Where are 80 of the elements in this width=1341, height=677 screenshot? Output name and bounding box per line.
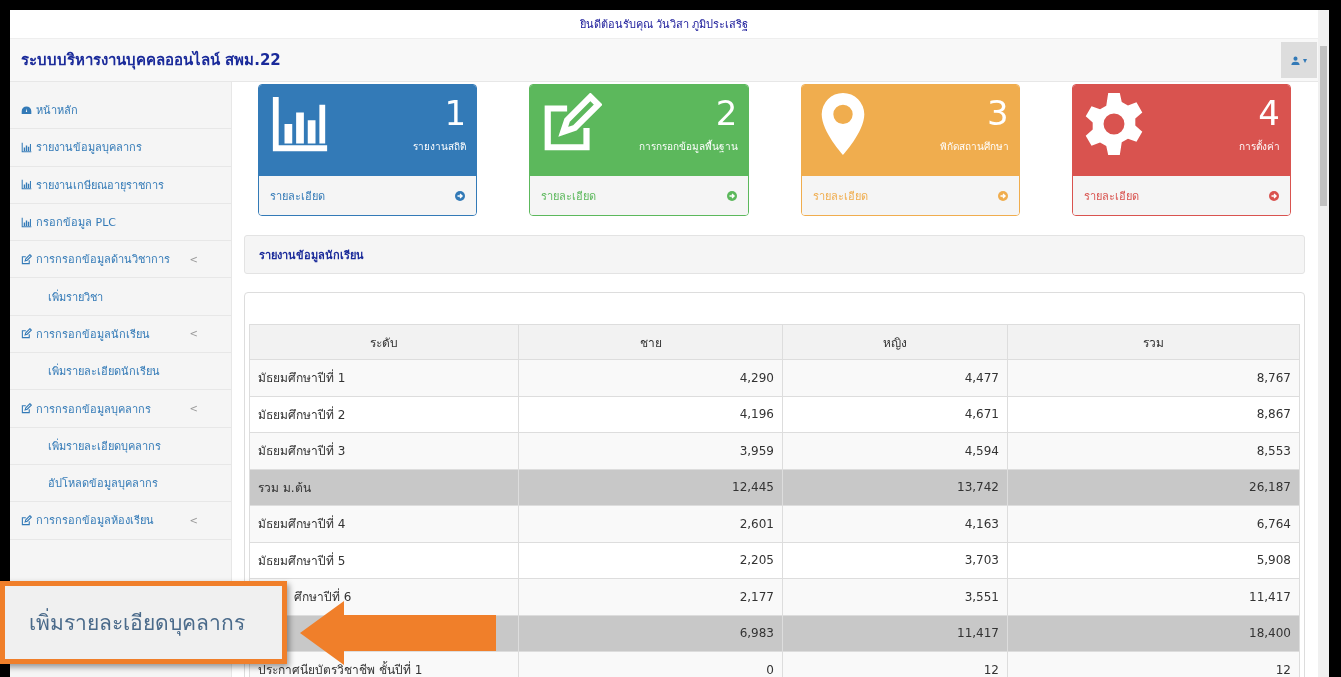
- table-cell: 2,177: [518, 578, 783, 615]
- sidebar-subitem[interactable]: เพิ่มรายละเอียดบุคลากร: [10, 427, 231, 465]
- table-cell: 12,445: [518, 469, 783, 506]
- card-label: การกรอกข้อมูลพื้นฐาน: [638, 139, 738, 154]
- table-cell: 4,594: [782, 432, 1008, 469]
- bar-chart-icon: [21, 141, 32, 153]
- user-menu-button[interactable]: ▾: [1281, 42, 1317, 78]
- edit-icon: [21, 328, 32, 340]
- arrow-circle-icon: [1269, 190, 1279, 201]
- table-cell: 0: [518, 651, 783, 677]
- edit-icon: [21, 514, 32, 526]
- section-title: รายงานข้อมูลนักเรียน: [259, 247, 364, 264]
- bar-chart-icon: [21, 179, 32, 191]
- table-cell: 8,867: [1007, 396, 1300, 433]
- callout-text: เพิ่มรายละเอียดบุคลากร: [29, 606, 245, 639]
- column-header: ชาย: [518, 324, 783, 360]
- table-cell: 3,703: [782, 542, 1008, 579]
- table-cell: มัธยมศึกษาปีที่ 5: [249, 542, 519, 579]
- table-cell: 12: [1007, 651, 1300, 677]
- details-link[interactable]: รายละเอียด: [1072, 176, 1290, 215]
- table-cell: 2,205: [518, 542, 783, 579]
- arrow-circle-icon: [997, 190, 1008, 201]
- table-cell: 4,196: [518, 396, 783, 433]
- card-number: 1: [444, 93, 467, 133]
- scrollbar[interactable]: [1318, 10, 1329, 677]
- table-cell: มัธยมศึกษาปีที่ 2: [249, 396, 519, 433]
- table-cell: มัธยมศึกษาปีที่ 3: [249, 432, 519, 469]
- table-cell: 26,187: [1007, 469, 1300, 506]
- table-cell: 4,477: [782, 359, 1008, 396]
- card-label: การตั้งค่า: [1239, 139, 1280, 154]
- column-header: ระดับ: [249, 324, 519, 360]
- table-cell: 12: [782, 651, 1008, 677]
- edit-icon: [21, 253, 32, 265]
- sidebar-item[interactable]: รายงานข้อมูลบุคลากร: [10, 129, 231, 167]
- edit-icon: [21, 403, 32, 414]
- table-cell: 5,908: [1007, 542, 1300, 579]
- details-link[interactable]: รายละเอียด: [259, 176, 477, 215]
- sidebar-item[interactable]: รายงานเกษียณอายุราชการ: [10, 166, 231, 204]
- table-cell: มัธยมศึกษาปีที่ 1: [249, 359, 519, 396]
- sidebar-item[interactable]: กรอกข้อมูล PLC: [10, 203, 231, 242]
- column-header: รวม: [1007, 324, 1300, 360]
- table-cell: 2,601: [518, 505, 783, 542]
- dashboard-icon: [21, 104, 32, 116]
- card-number: 2: [715, 93, 738, 133]
- sidebar-item[interactable]: การกรอกข้อมูลบุคลากร <: [10, 390, 231, 428]
- sidebar-subitem[interactable]: เพิ่มรายวิชา: [10, 278, 231, 316]
- welcome-text: ยินดีต้อนรับคุณ วันวิสา ภูมิประเสริฐ: [579, 17, 749, 33]
- scrollbar-thumb[interactable]: [1320, 46, 1327, 206]
- card-number: 4: [1258, 93, 1280, 133]
- table-cell: 4,163: [782, 505, 1008, 542]
- card-label: พิกัดสถานศึกษา: [939, 140, 1009, 154]
- table-cell: 11,417: [782, 615, 1008, 652]
- sidebar-subitem[interactable]: เพิ่มรายละเอียดนักเรียน: [10, 353, 231, 391]
- table-cell: 18,400: [1007, 615, 1300, 652]
- user-icon: [1291, 55, 1300, 65]
- card-label: รายงานสถิติ: [413, 140, 467, 154]
- arrow-circle-icon: [455, 190, 466, 201]
- sidebar-subitem[interactable]: อัปโหลดข้อมูลบุคลากร: [10, 464, 231, 503]
- table-cell: 3,959: [518, 432, 783, 469]
- bar-chart-icon: [21, 216, 32, 228]
- sidebar-item[interactable]: การกรอกข้อมูลนักเรียน <: [10, 315, 231, 354]
- table-cell: 3,551: [782, 578, 1008, 615]
- card-number: 3: [987, 93, 1009, 133]
- table-cell: 13,742: [782, 469, 1008, 506]
- sidebar-item[interactable]: หน้าหลัก: [10, 92, 231, 130]
- table-cell: 4,290: [518, 359, 783, 396]
- sidebar-item[interactable]: การกรอกข้อมูลด้านวิชาการ <: [10, 241, 231, 279]
- table-cell: 11,417: [1007, 578, 1300, 615]
- table-cell: รวม ม.ต้น: [249, 469, 519, 506]
- table-cell: 8,553: [1007, 432, 1300, 469]
- arrow-circle-icon: [726, 190, 737, 201]
- details-link[interactable]: รายละเอียด: [530, 176, 748, 215]
- table-cell: 6,764: [1007, 505, 1300, 542]
- site-title[interactable]: ระบบบริหารงานบุคคลออนไลน์ สพม.22: [10, 48, 281, 72]
- table-cell: 6,983: [518, 615, 783, 652]
- column-header: หญิง: [782, 324, 1008, 360]
- sidebar-item[interactable]: การกรอกข้อมูลห้องเรียน <: [10, 502, 231, 540]
- table-cell: มัธยมศึกษาปีที่ 4: [249, 505, 519, 542]
- table-cell: 8,767: [1007, 359, 1300, 396]
- table-cell: 4,671: [782, 396, 1008, 433]
